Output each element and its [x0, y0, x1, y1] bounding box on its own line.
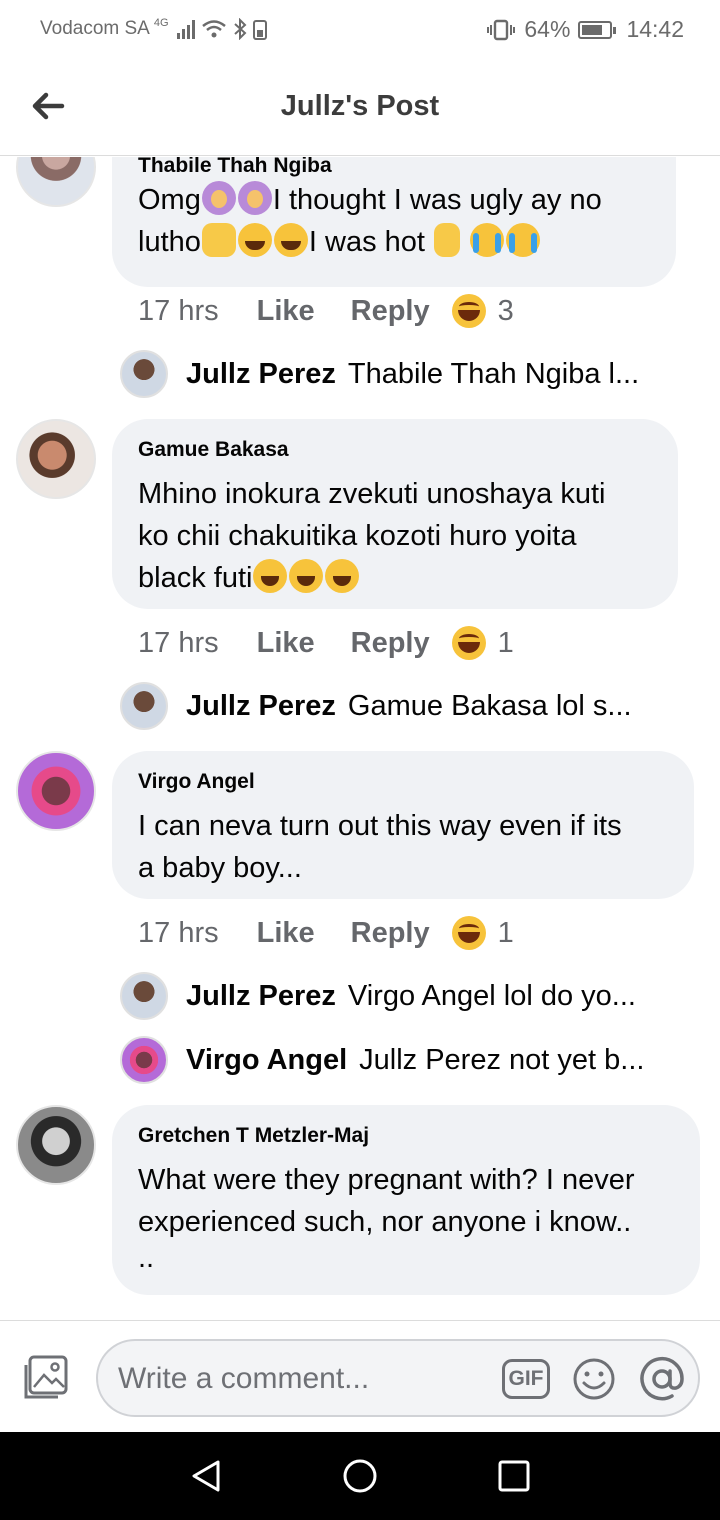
like-button[interactable]: Like [257, 295, 315, 328]
nav-home-icon[interactable] [342, 1458, 378, 1494]
reply-text: Thabile Thah Ngiba l... [347, 357, 640, 390]
comment-time[interactable]: 17 hrs [138, 627, 219, 660]
raised-hands-emoji-icon [201, 223, 236, 257]
carrier-label: Vodacom SA [40, 18, 150, 39]
woman-gesturing-emoji-icon [201, 181, 236, 215]
nav-back-icon[interactable] [188, 1458, 224, 1494]
haha-reaction-icon[interactable] [451, 916, 486, 950]
page-title: Jullz's Post [280, 90, 440, 122]
network-label: 4G [153, 17, 169, 29]
grinning-sweat-emoji-icon [237, 223, 272, 257]
comment-bubble[interactable]: Gamue Bakasa Mhino inokura zvekuti unosh… [112, 419, 678, 609]
reply-author[interactable]: Jullz Perez [186, 690, 336, 723]
reaction-count[interactable]: 1 [498, 627, 514, 660]
reply-preview[interactable]: Virgo Angel Jullz Perez not yet b... [120, 1035, 680, 1085]
comment-actions: 17 hrs Like Reply 1 [138, 623, 514, 663]
reply-preview[interactable]: Jullz Perez Gamue Bakasa lol s... [120, 681, 680, 731]
gif-button[interactable]: GIF [502, 1359, 550, 1399]
comment-author[interactable]: Virgo Angel [138, 769, 668, 795]
woman-gesturing-emoji-icon [237, 181, 272, 215]
comment-text-line: What were they pregnant with? I never [138, 1164, 635, 1196]
comment-text-line: I can neva turn out this way even if its [138, 810, 622, 842]
crossed-fingers-emoji-icon [434, 223, 461, 257]
comment-text-line: a baby boy... [138, 852, 302, 884]
clock: 14:42 [626, 16, 684, 42]
photo-icon[interactable] [22, 1355, 70, 1401]
avatar [120, 350, 168, 398]
comment-input[interactable]: Write a comment... GIF [96, 1339, 700, 1417]
comment-bubble[interactable]: Thabile Thah Ngiba Omg I thought I was ug… [112, 157, 676, 287]
comment-text-line: experienced such, nor anyone i know.. [138, 1206, 632, 1238]
avatar[interactable] [16, 751, 96, 831]
comment-author[interactable]: Thabile Thah Ngiba [138, 157, 650, 179]
tears-of-joy-emoji-icon [325, 559, 360, 593]
reply-text: Jullz Perez not yet b... [359, 1043, 645, 1076]
reply-author[interactable]: Virgo Angel [186, 1044, 347, 1077]
like-button[interactable]: Like [257, 917, 315, 950]
avatar[interactable] [16, 1105, 96, 1185]
comment-actions: 17 hrs Like Reply 1 [138, 913, 514, 953]
reaction-count[interactable]: 1 [498, 917, 514, 950]
system-navigation-bar [0, 1432, 720, 1520]
comment-text-line: black futi [138, 557, 652, 599]
reply-button[interactable]: Reply [351, 917, 430, 950]
comment-text-line: Mhino inokura zvekuti unoshaya kuti [138, 478, 606, 510]
status-left: Vodacom SA 4G [40, 17, 267, 40]
status-right: 64% 14:42 [486, 16, 684, 43]
comment-text-line: ko chii chakuitika kozoti huro yoita [138, 520, 577, 552]
avatar[interactable] [16, 419, 96, 499]
reply-text: Gamue Bakasa lol s... [347, 689, 632, 722]
emoji-icon[interactable] [572, 1357, 616, 1401]
battery-percent: 64% [524, 16, 571, 42]
like-button[interactable]: Like [257, 627, 315, 660]
comments-feed[interactable]: Thabile Thah Ngiba Omg I thought I was ug… [0, 157, 720, 1320]
haha-reaction-icon[interactable] [451, 294, 486, 328]
avatar [120, 682, 168, 730]
reply-author[interactable]: Jullz Perez [186, 358, 336, 391]
reply-button[interactable]: Reply [351, 627, 430, 660]
comment-bubble[interactable]: Virgo Angel I can neva turn out this way… [112, 751, 694, 899]
bluetooth-icon [233, 18, 246, 40]
comment-input-placeholder: Write a comment... [118, 1362, 370, 1395]
crying-emoji-icon [506, 223, 541, 257]
reply-preview[interactable]: Jullz Perez Thabile Thah Ngiba l... [120, 349, 680, 399]
reply-button[interactable]: Reply [351, 295, 430, 328]
reply-author[interactable]: Jullz Perez [186, 980, 336, 1013]
comment-composer: Write a comment... GIF [0, 1320, 720, 1432]
wifi-icon [201, 20, 226, 38]
comment-text: Omg I thought I was ugly ay no lutho I was… [138, 179, 650, 263]
avatar[interactable] [16, 157, 96, 207]
tears-of-joy-emoji-icon [253, 559, 288, 593]
comment-time[interactable]: 17 hrs [138, 295, 219, 328]
comment-bubble[interactable]: Gretchen T Metzler-Maj What were they pr… [112, 1105, 700, 1295]
signal-icon [176, 19, 195, 39]
comment-text-line: .. [138, 1242, 155, 1274]
vibrate-icon [487, 19, 516, 40]
tears-of-joy-emoji-icon [289, 559, 324, 593]
comment-time[interactable]: 17 hrs [138, 917, 219, 950]
nav-recents-icon[interactable] [496, 1458, 532, 1494]
comment-actions: 17 hrs Like Reply 3 [138, 291, 514, 331]
avatar [120, 972, 168, 1020]
haha-reaction-icon[interactable] [451, 626, 486, 660]
reaction-count[interactable]: 3 [498, 295, 514, 328]
comment-author[interactable]: Gamue Bakasa [138, 437, 652, 463]
battery-saver-icon [252, 20, 267, 40]
battery-icon [578, 20, 617, 39]
grinning-sweat-emoji-icon [273, 223, 308, 257]
avatar [120, 1036, 168, 1084]
reply-preview[interactable]: Jullz Perez Virgo Angel lol do yo... [120, 971, 680, 1021]
mention-icon[interactable] [638, 1355, 686, 1403]
reply-text: Virgo Angel lol do yo... [347, 979, 636, 1012]
app-header: Jullz's Post [0, 60, 720, 156]
crying-emoji-icon [470, 223, 505, 257]
status-bar: Vodacom SA 4G 64% 14:42 [0, 0, 720, 60]
comment-author[interactable]: Gretchen T Metzler-Maj [138, 1123, 674, 1149]
